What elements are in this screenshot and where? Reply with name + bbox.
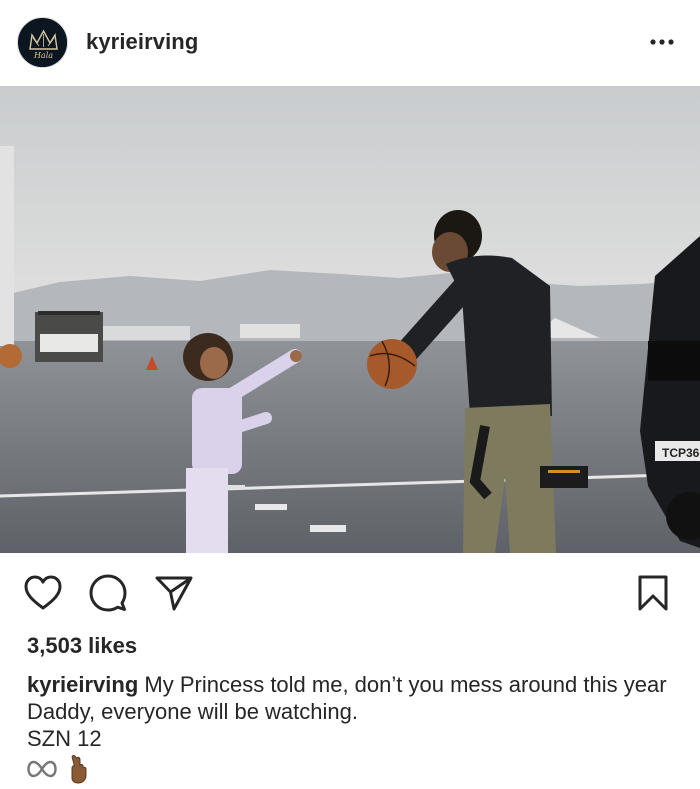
crossed-fingers-icon (71, 754, 87, 784)
post-caption: kyrieirving My Princess told me, don’t y… (27, 671, 677, 725)
svg-text:TCP360: TCP360 (662, 446, 700, 460)
svg-text:Hala: Hala (33, 51, 53, 60)
infinity-icon (27, 760, 57, 778)
like-button[interactable] (23, 573, 63, 613)
post-image: TCP360 (0, 86, 700, 553)
caption-emoji-line (27, 753, 91, 785)
avatar[interactable]: Hala (17, 17, 68, 68)
share-button[interactable] (154, 573, 194, 613)
crown-logo-icon: Hala (18, 18, 67, 67)
post-photo[interactable]: TCP360 (0, 86, 700, 553)
post-username[interactable]: kyrieirving (86, 29, 198, 55)
comment-icon (89, 574, 127, 612)
post-header: Hala kyrieirving (0, 0, 700, 86)
heart-icon (24, 575, 62, 610)
send-icon (155, 576, 193, 611)
caption-line-2: SZN 12 (27, 726, 102, 751)
bookmark-icon (638, 575, 668, 611)
post-actions (0, 553, 700, 631)
more-horizontal-icon (650, 39, 674, 45)
save-button[interactable] (633, 573, 673, 613)
caption-username[interactable]: kyrieirving (27, 672, 138, 697)
likes-count[interactable]: 3,503 likes (27, 633, 137, 659)
comment-button[interactable] (88, 573, 128, 613)
more-options-button[interactable] (646, 28, 678, 56)
